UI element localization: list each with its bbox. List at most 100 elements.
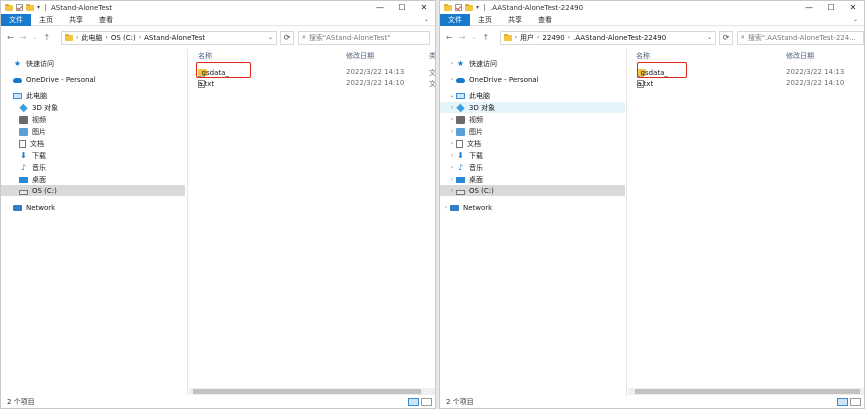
horizontal-scrollbar[interactable] [628, 388, 864, 395]
tab-file[interactable]: 文件 [440, 13, 470, 26]
column-name[interactable]: 名称 [198, 51, 212, 61]
nav-desktop[interactable]: › 桌面 [448, 174, 483, 185]
new-folder-icon[interactable] [26, 3, 34, 11]
nav-onedrive[interactable]: OneDrive - Personal [13, 74, 96, 85]
nav-pictures[interactable]: 图片 [19, 126, 46, 137]
details-view-button[interactable] [408, 398, 419, 406]
chevron-right-icon[interactable]: › [448, 76, 456, 83]
tab-share[interactable]: 共享 [500, 14, 530, 26]
nav-desktop[interactable]: 桌面 [19, 174, 46, 185]
nav-3d-objects[interactable]: 3D 对象 [19, 102, 58, 113]
expand-ribbon-icon[interactable]: ⌄ [853, 14, 858, 26]
nav-music[interactable]: › ♪ 音乐 [448, 162, 483, 173]
minimize-button[interactable]: — [798, 1, 820, 14]
nav-os-drive[interactable]: OS (C:) [1, 185, 185, 196]
search-input[interactable]: ⌕ 搜索".AAStand-AloneTest-224... [736, 30, 864, 45]
item-count: 2 个项目 [7, 398, 35, 406]
chevron-right-icon[interactable]: › [448, 140, 456, 147]
details-view-button[interactable] [837, 398, 848, 406]
maximize-button[interactable]: ☐ [820, 1, 842, 14]
expand-ribbon-icon[interactable]: ⌄ [424, 14, 429, 26]
nav-downloads[interactable]: ⬇ 下载 [19, 150, 46, 161]
nav-pictures[interactable]: › 图片 [448, 126, 483, 137]
chevron-down-icon[interactable]: ▾ [37, 4, 40, 11]
refresh-button[interactable]: ⟳ [719, 30, 733, 45]
nav-onedrive[interactable]: › OneDrive - Personal [448, 74, 539, 85]
nav-this-pc[interactable]: 此电脑 [13, 90, 47, 101]
address-bar[interactable]: › 用户 › 22490 › .AAStand-AloneTest-22490 … [499, 30, 716, 45]
up-arrow-icon[interactable]: ↑ [482, 33, 489, 42]
search-input[interactable]: ⌕ 搜索"AStand-AloneTest" [298, 30, 430, 45]
nav-network[interactable]: › Network [442, 202, 492, 213]
address-bar[interactable]: › 此电脑 › OS (C:) › AStand-AloneTest ⌄ [61, 30, 277, 45]
scrollbar-thumb[interactable] [635, 389, 860, 394]
breadcrumb-folder[interactable]: .AAStand-AloneTest-22490 [573, 34, 666, 42]
column-name[interactable]: 名称 [636, 51, 650, 61]
address-dropdown-icon[interactable]: ⌄ [704, 34, 715, 41]
forward-arrow-icon[interactable]: → [20, 33, 27, 42]
tab-home[interactable]: 主页 [470, 14, 500, 26]
chevron-right-icon[interactable]: › [448, 164, 456, 171]
chevron-right-icon[interactable]: › [448, 187, 456, 194]
horizontal-scrollbar[interactable] [189, 388, 435, 395]
tab-share[interactable]: 共享 [61, 14, 91, 26]
large-icons-view-button[interactable] [850, 398, 861, 406]
nav-this-pc[interactable]: ⌄ 此电脑 [448, 90, 490, 101]
chevron-down-icon[interactable]: ⌄ [448, 92, 456, 99]
large-icons-view-button[interactable] [421, 398, 432, 406]
nav-videos[interactable]: › 视频 [448, 114, 483, 125]
chevron-right-icon[interactable]: › [448, 152, 456, 159]
breadcrumb-user[interactable]: 22490 [542, 34, 564, 42]
address-dropdown-icon[interactable]: ⌄ [265, 34, 276, 41]
column-modified[interactable]: 修改日期 [786, 51, 814, 61]
column-type[interactable]: 类型 [429, 51, 435, 61]
chevron-right-icon[interactable]: › [448, 176, 456, 183]
breadcrumb-folder[interactable]: AStand-AloneTest [144, 34, 205, 42]
nav-downloads[interactable]: › ⬇ 下载 [448, 150, 483, 161]
maximize-button[interactable]: ☐ [391, 1, 413, 14]
breadcrumb-drive[interactable]: OS (C:) [111, 34, 136, 42]
breadcrumb-this-pc[interactable]: 此电脑 [81, 33, 102, 43]
pane-divider[interactable] [187, 49, 188, 396]
close-button[interactable]: ✕ [413, 1, 435, 14]
chevron-right-icon[interactable]: › [448, 104, 456, 111]
refresh-button[interactable]: ⟳ [280, 30, 294, 45]
breadcrumb-users[interactable]: 用户 [520, 33, 534, 43]
nav-os-drive[interactable]: › OS (C:) [440, 185, 625, 196]
nav-network[interactable]: Network [13, 202, 55, 213]
nav-3d-objects[interactable]: › 3D 对象 [440, 102, 625, 113]
back-arrow-icon[interactable]: ← [446, 33, 453, 42]
column-modified[interactable]: 修改日期 [346, 51, 374, 61]
recent-chevron-icon[interactable]: ⌄ [471, 34, 476, 41]
chevron-right-icon[interactable]: › [448, 60, 456, 67]
nav-music[interactable]: ♪ 音乐 [19, 162, 46, 173]
close-button[interactable]: ✕ [842, 1, 864, 14]
star-icon: ★ [456, 58, 465, 68]
back-arrow-icon[interactable]: ← [7, 33, 14, 42]
recent-chevron-icon[interactable]: ⌄ [32, 34, 37, 41]
up-arrow-icon[interactable]: ↑ [43, 33, 50, 42]
minimize-button[interactable]: — [369, 1, 391, 14]
properties-icon[interactable] [16, 4, 23, 11]
forward-arrow-icon[interactable]: → [459, 33, 466, 42]
nav-quick-access[interactable]: › ★ 快速访问 [448, 58, 497, 69]
tab-view[interactable]: 查看 [91, 14, 121, 26]
properties-icon[interactable] [455, 4, 462, 11]
tab-file[interactable]: 文件 [1, 13, 31, 26]
nav-videos[interactable]: 视频 [19, 114, 46, 125]
tab-view[interactable]: 查看 [530, 14, 560, 26]
nav-documents[interactable]: › 文档 [448, 138, 481, 149]
table-row[interactable]: a.txt 2022/3/22 14:10 文本 [189, 77, 435, 88]
chevron-right-icon[interactable]: › [448, 128, 456, 135]
chevron-right-icon[interactable]: › [442, 204, 450, 211]
chevron-down-icon[interactable]: ▾ [476, 4, 479, 11]
pane-divider[interactable] [626, 49, 627, 396]
scrollbar-thumb[interactable] [193, 389, 421, 394]
new-folder-icon[interactable] [465, 3, 473, 11]
nav-documents[interactable]: 文档 [19, 138, 44, 149]
nav-quick-access[interactable]: ★ 快速访问 [13, 58, 54, 69]
drive-icon [19, 190, 28, 195]
tab-home[interactable]: 主页 [31, 14, 61, 26]
table-row[interactable]: a.txt 2022/3/22 14:10 [628, 77, 864, 88]
chevron-right-icon[interactable]: › [448, 116, 456, 123]
